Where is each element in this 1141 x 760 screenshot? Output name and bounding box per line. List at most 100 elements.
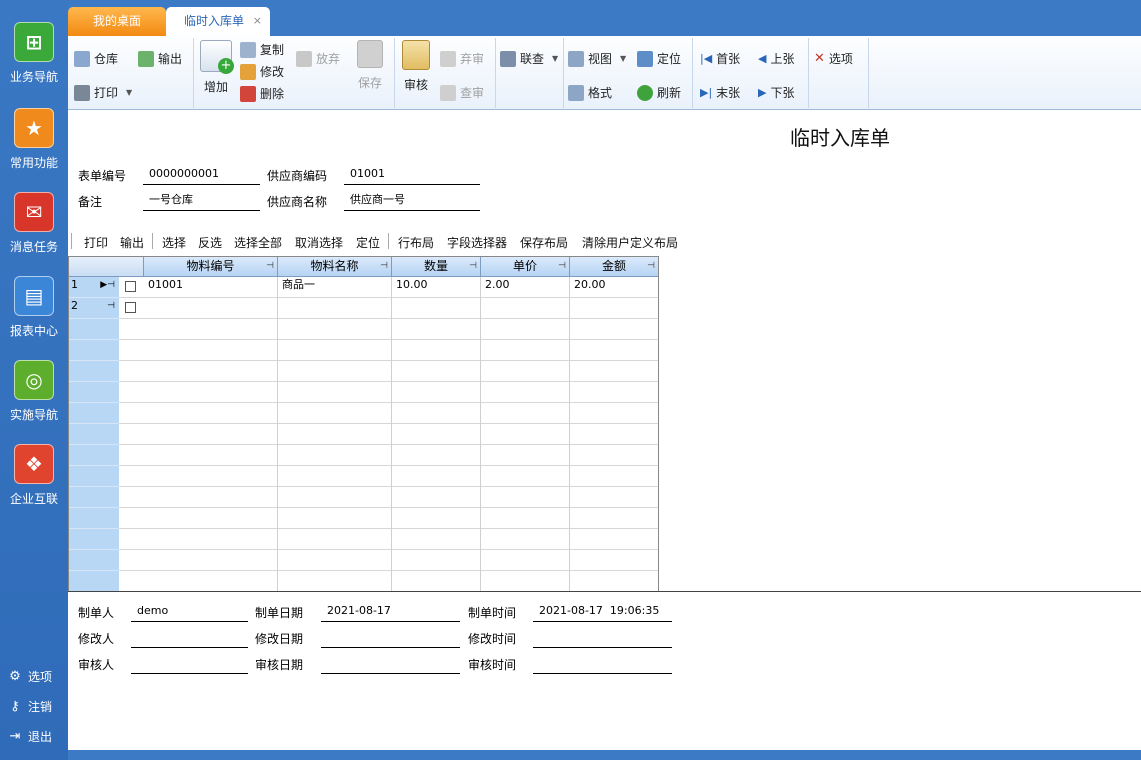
last-button[interactable]: ▶| 末张 <box>700 84 740 101</box>
nav-common[interactable]: ★ 常用功能 <box>0 108 68 171</box>
empty-cell[interactable] <box>278 508 392 529</box>
empty-cell[interactable] <box>144 508 278 529</box>
print-button[interactable]: 打印 ▼ <box>74 84 132 101</box>
empty-cell[interactable] <box>570 529 658 550</box>
first-button[interactable]: |◀ 首张 <box>700 50 740 67</box>
empty-cell[interactable] <box>278 466 392 487</box>
empty-cell[interactable] <box>570 424 658 445</box>
empty-cell[interactable] <box>278 424 392 445</box>
save-button[interactable]: 保存 <box>356 40 384 91</box>
select-button[interactable]: 选择 <box>162 234 186 251</box>
empty-cell[interactable] <box>481 424 570 445</box>
row-checkbox[interactable] <box>125 281 136 292</box>
close-icon[interactable]: × <box>253 7 262 35</box>
copy-button[interactable]: 复制 <box>240 41 284 58</box>
empty-cell[interactable] <box>481 466 570 487</box>
empty-cell[interactable] <box>144 487 278 508</box>
empty-cell[interactable] <box>570 382 658 403</box>
edit-button[interactable]: 修改 <box>240 63 284 80</box>
empty-cell[interactable] <box>144 382 278 403</box>
empty-cell[interactable] <box>278 571 392 591</box>
remark-field[interactable]: 一号仓库 <box>143 193 260 211</box>
empty-cell[interactable] <box>392 550 481 571</box>
empty-cell[interactable] <box>392 361 481 382</box>
row-layout-button[interactable]: 行布局 <box>398 234 434 251</box>
prev-button[interactable]: ◀ 上张 <box>758 50 794 67</box>
cell-item-code[interactable] <box>144 298 278 319</box>
audit-time-field[interactable] <box>533 656 672 674</box>
empty-cell[interactable] <box>481 571 570 591</box>
col-header-item-name[interactable]: 物料名称 ⊣ <box>278 257 392 277</box>
nav-implement[interactable]: ◎ 实施导航 <box>0 360 68 423</box>
deselect-button[interactable]: 取消选择 <box>295 234 343 251</box>
create-date-field[interactable]: 2021-08-17 <box>321 604 460 622</box>
grid-corner-header[interactable] <box>69 257 144 277</box>
empty-cell[interactable] <box>144 571 278 591</box>
empty-cell[interactable] <box>570 466 658 487</box>
empty-cell[interactable] <box>278 361 392 382</box>
empty-cell[interactable] <box>392 529 481 550</box>
col-header-item-code[interactable]: 物料编号 ⊣ <box>144 257 278 277</box>
create-time-field[interactable]: 2021-08-17 19:06:35 <box>533 604 672 622</box>
empty-cell[interactable] <box>392 571 481 591</box>
delete-button[interactable]: 删除 <box>240 85 284 102</box>
next-button[interactable]: ▶ 下张 <box>758 84 794 101</box>
export-button[interactable]: 输出 <box>138 50 182 67</box>
col-header-quantity[interactable]: 数量 ⊣ <box>392 257 481 277</box>
empty-cell[interactable] <box>144 319 278 340</box>
cell-amount[interactable] <box>570 298 658 319</box>
creator-field[interactable]: demo <box>131 604 248 622</box>
empty-cell[interactable] <box>144 445 278 466</box>
warehouse-button[interactable]: 仓库 <box>74 50 118 67</box>
empty-cell[interactable] <box>144 550 278 571</box>
cell-unit-price[interactable] <box>481 298 570 319</box>
nav-business[interactable]: ⊞ 业务导航 <box>0 22 68 85</box>
empty-cell[interactable] <box>481 319 570 340</box>
empty-cell[interactable] <box>570 550 658 571</box>
empty-cell[interactable] <box>278 340 392 361</box>
empty-cell[interactable] <box>278 382 392 403</box>
refresh-button[interactable]: 刷新 <box>637 84 681 101</box>
empty-cell[interactable] <box>278 487 392 508</box>
cell-unit-price[interactable]: 2.00 <box>481 277 570 298</box>
options-button[interactable]: ✕ 选项 <box>814 50 853 67</box>
empty-cell[interactable] <box>481 529 570 550</box>
empty-cell[interactable] <box>481 550 570 571</box>
cell-item-code[interactable]: 01001 <box>144 277 278 298</box>
nav-message[interactable]: ✉ 消息任务 <box>0 192 68 255</box>
grid-locate-button[interactable]: 定位 <box>356 234 380 251</box>
invert-select-button[interactable]: 反选 <box>198 234 222 251</box>
col-header-amount[interactable]: 金额 ⊣ <box>570 257 658 277</box>
logout-link[interactable]: ⚷ 注销 <box>8 698 52 715</box>
audit-button[interactable]: 审核 <box>400 40 432 93</box>
empty-cell[interactable] <box>392 445 481 466</box>
empty-cell[interactable] <box>392 403 481 424</box>
save-layout-button[interactable]: 保存布局 <box>520 234 568 251</box>
empty-cell[interactable] <box>278 403 392 424</box>
empty-cell[interactable] <box>481 340 570 361</box>
form-no-field[interactable]: 0000000001 <box>143 167 260 185</box>
cell-amount[interactable]: 20.00 <box>570 277 658 298</box>
modifier-field[interactable] <box>131 630 248 648</box>
empty-cell[interactable] <box>392 424 481 445</box>
empty-cell[interactable] <box>144 529 278 550</box>
audit-date-field[interactable] <box>321 656 460 674</box>
row-header[interactable]: 2 ⊣ <box>69 298 119 319</box>
tab-temp-inbound[interactable]: 临时入库单 × <box>166 7 270 36</box>
empty-cell[interactable] <box>144 466 278 487</box>
linked-query-button[interactable]: 联查 ▼ <box>500 50 558 67</box>
empty-cell[interactable] <box>481 382 570 403</box>
empty-cell[interactable] <box>481 403 570 424</box>
empty-cell[interactable] <box>570 361 658 382</box>
empty-cell[interactable] <box>144 361 278 382</box>
empty-cell[interactable] <box>392 382 481 403</box>
empty-cell[interactable] <box>481 508 570 529</box>
tab-my-desktop[interactable]: 我的桌面 <box>68 7 166 36</box>
exit-link[interactable]: ⇥ 退出 <box>8 728 52 745</box>
cell-item-name[interactable] <box>278 298 392 319</box>
nav-enterprise[interactable]: ❖ 企业互联 <box>0 444 68 507</box>
empty-cell[interactable] <box>570 340 658 361</box>
auditor-field[interactable] <box>131 656 248 674</box>
empty-cell[interactable] <box>144 340 278 361</box>
grid-export-button[interactable]: 输出 <box>120 234 144 251</box>
